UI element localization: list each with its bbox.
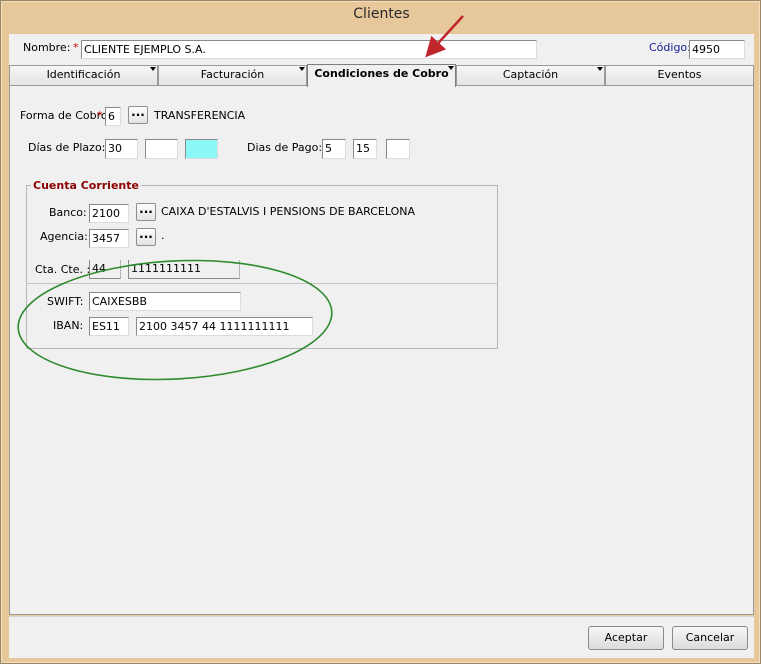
cta-dc-field[interactable]: 44	[89, 260, 121, 279]
tab-dropdown-arrow-icon	[597, 67, 603, 71]
agencia-name: .	[161, 229, 165, 242]
tab-captacion[interactable]: Captación	[456, 65, 605, 85]
banco-name: CAIXA D'ESTALVIS I PENSIONS DE BARCELONA	[161, 205, 415, 218]
tab-dropdown-arrow-icon	[299, 67, 305, 71]
nombre-field[interactable]: CLIENTE EJEMPLO S.A.	[81, 40, 537, 59]
tab-label: Eventos	[657, 68, 702, 81]
forma-cobro-code-field[interactable]: 6	[105, 107, 121, 126]
tab-dropdown-arrow-icon	[448, 66, 454, 70]
tab-label: Facturación	[200, 68, 265, 81]
cta-cte-label: Cta. Cte. :	[35, 263, 91, 276]
dias-pago-field-2[interactable]: 15	[353, 139, 377, 159]
group-divider	[27, 283, 497, 284]
tab-label: Captación	[502, 68, 559, 81]
forma-cobro-required-mark: *	[97, 109, 103, 122]
condiciones-cobro-panel: Forma de Cobro: * 6 ... TRANSFERENCIA Dí…	[9, 85, 754, 615]
agencia-lookup-button[interactable]: ...	[136, 228, 156, 246]
dias-pago-field-3[interactable]	[386, 139, 410, 159]
dias-plazo-label: Días de Plazo:	[28, 141, 106, 154]
forma-cobro-lookup-button[interactable]: ...	[128, 106, 148, 124]
dias-plazo-field-1[interactable]: 30	[105, 139, 138, 159]
iban-label: IBAN:	[53, 319, 84, 332]
nombre-label: Nombre:	[23, 41, 71, 54]
cancelar-button[interactable]: Cancelar	[672, 626, 748, 650]
tab-strip: Identificación Facturación Condiciones d…	[9, 64, 754, 87]
dias-pago-field-1[interactable]: 5	[322, 139, 346, 159]
tab-eventos[interactable]: Eventos	[605, 65, 754, 85]
tab-label: Identificación	[46, 68, 121, 81]
codigo-field[interactable]: 4950	[689, 40, 745, 59]
cta-numero-field[interactable]: 1111111111	[128, 260, 240, 279]
banco-label: Banco:	[49, 206, 87, 219]
dias-plazo-field-3[interactable]	[185, 139, 218, 159]
forma-cobro-description: TRANSFERENCIA	[154, 109, 246, 122]
tab-facturacion[interactable]: Facturación	[158, 65, 307, 85]
banco-lookup-button[interactable]: ...	[136, 203, 156, 221]
dias-plazo-field-2[interactable]	[145, 139, 178, 159]
dialog-button-bar: Aceptar Cancelar	[9, 616, 754, 658]
swift-field[interactable]: CAIXESBB	[89, 292, 241, 311]
cuenta-corriente-title: Cuenta Corriente	[31, 179, 141, 192]
swift-label: SWIFT:	[47, 295, 84, 308]
aceptar-button[interactable]: Aceptar	[588, 626, 664, 650]
cuenta-corriente-group: Cuenta Corriente Banco: 2100 ... CAIXA D…	[26, 179, 498, 349]
agencia-code-field[interactable]: 3457	[89, 229, 129, 248]
tab-dropdown-arrow-icon	[150, 67, 156, 71]
tab-identificacion[interactable]: Identificación	[9, 65, 158, 85]
agencia-label: Agencia:	[40, 230, 88, 243]
dias-pago-label: Dias de Pago:	[247, 141, 323, 154]
codigo-label: Código:	[649, 41, 691, 54]
client-header: Nombre: * CLIENTE EJEMPLO S.A. Código: 4…	[9, 34, 754, 65]
banco-code-field[interactable]: 2100	[89, 204, 129, 223]
iban-field[interactable]: 2100 3457 44 1111111111	[136, 317, 313, 336]
iban-prefix-field[interactable]: ES11	[89, 317, 129, 336]
tab-condiciones-de-cobro[interactable]: Condiciones de Cobro	[307, 64, 456, 87]
window-title: Clientes	[353, 6, 410, 22]
nombre-required-mark: *	[73, 41, 79, 54]
clientes-window: Clientes Nombre: * CLIENTE EJEMPLO S.A. …	[0, 0, 761, 664]
tab-label: Condiciones de Cobro	[314, 67, 449, 80]
